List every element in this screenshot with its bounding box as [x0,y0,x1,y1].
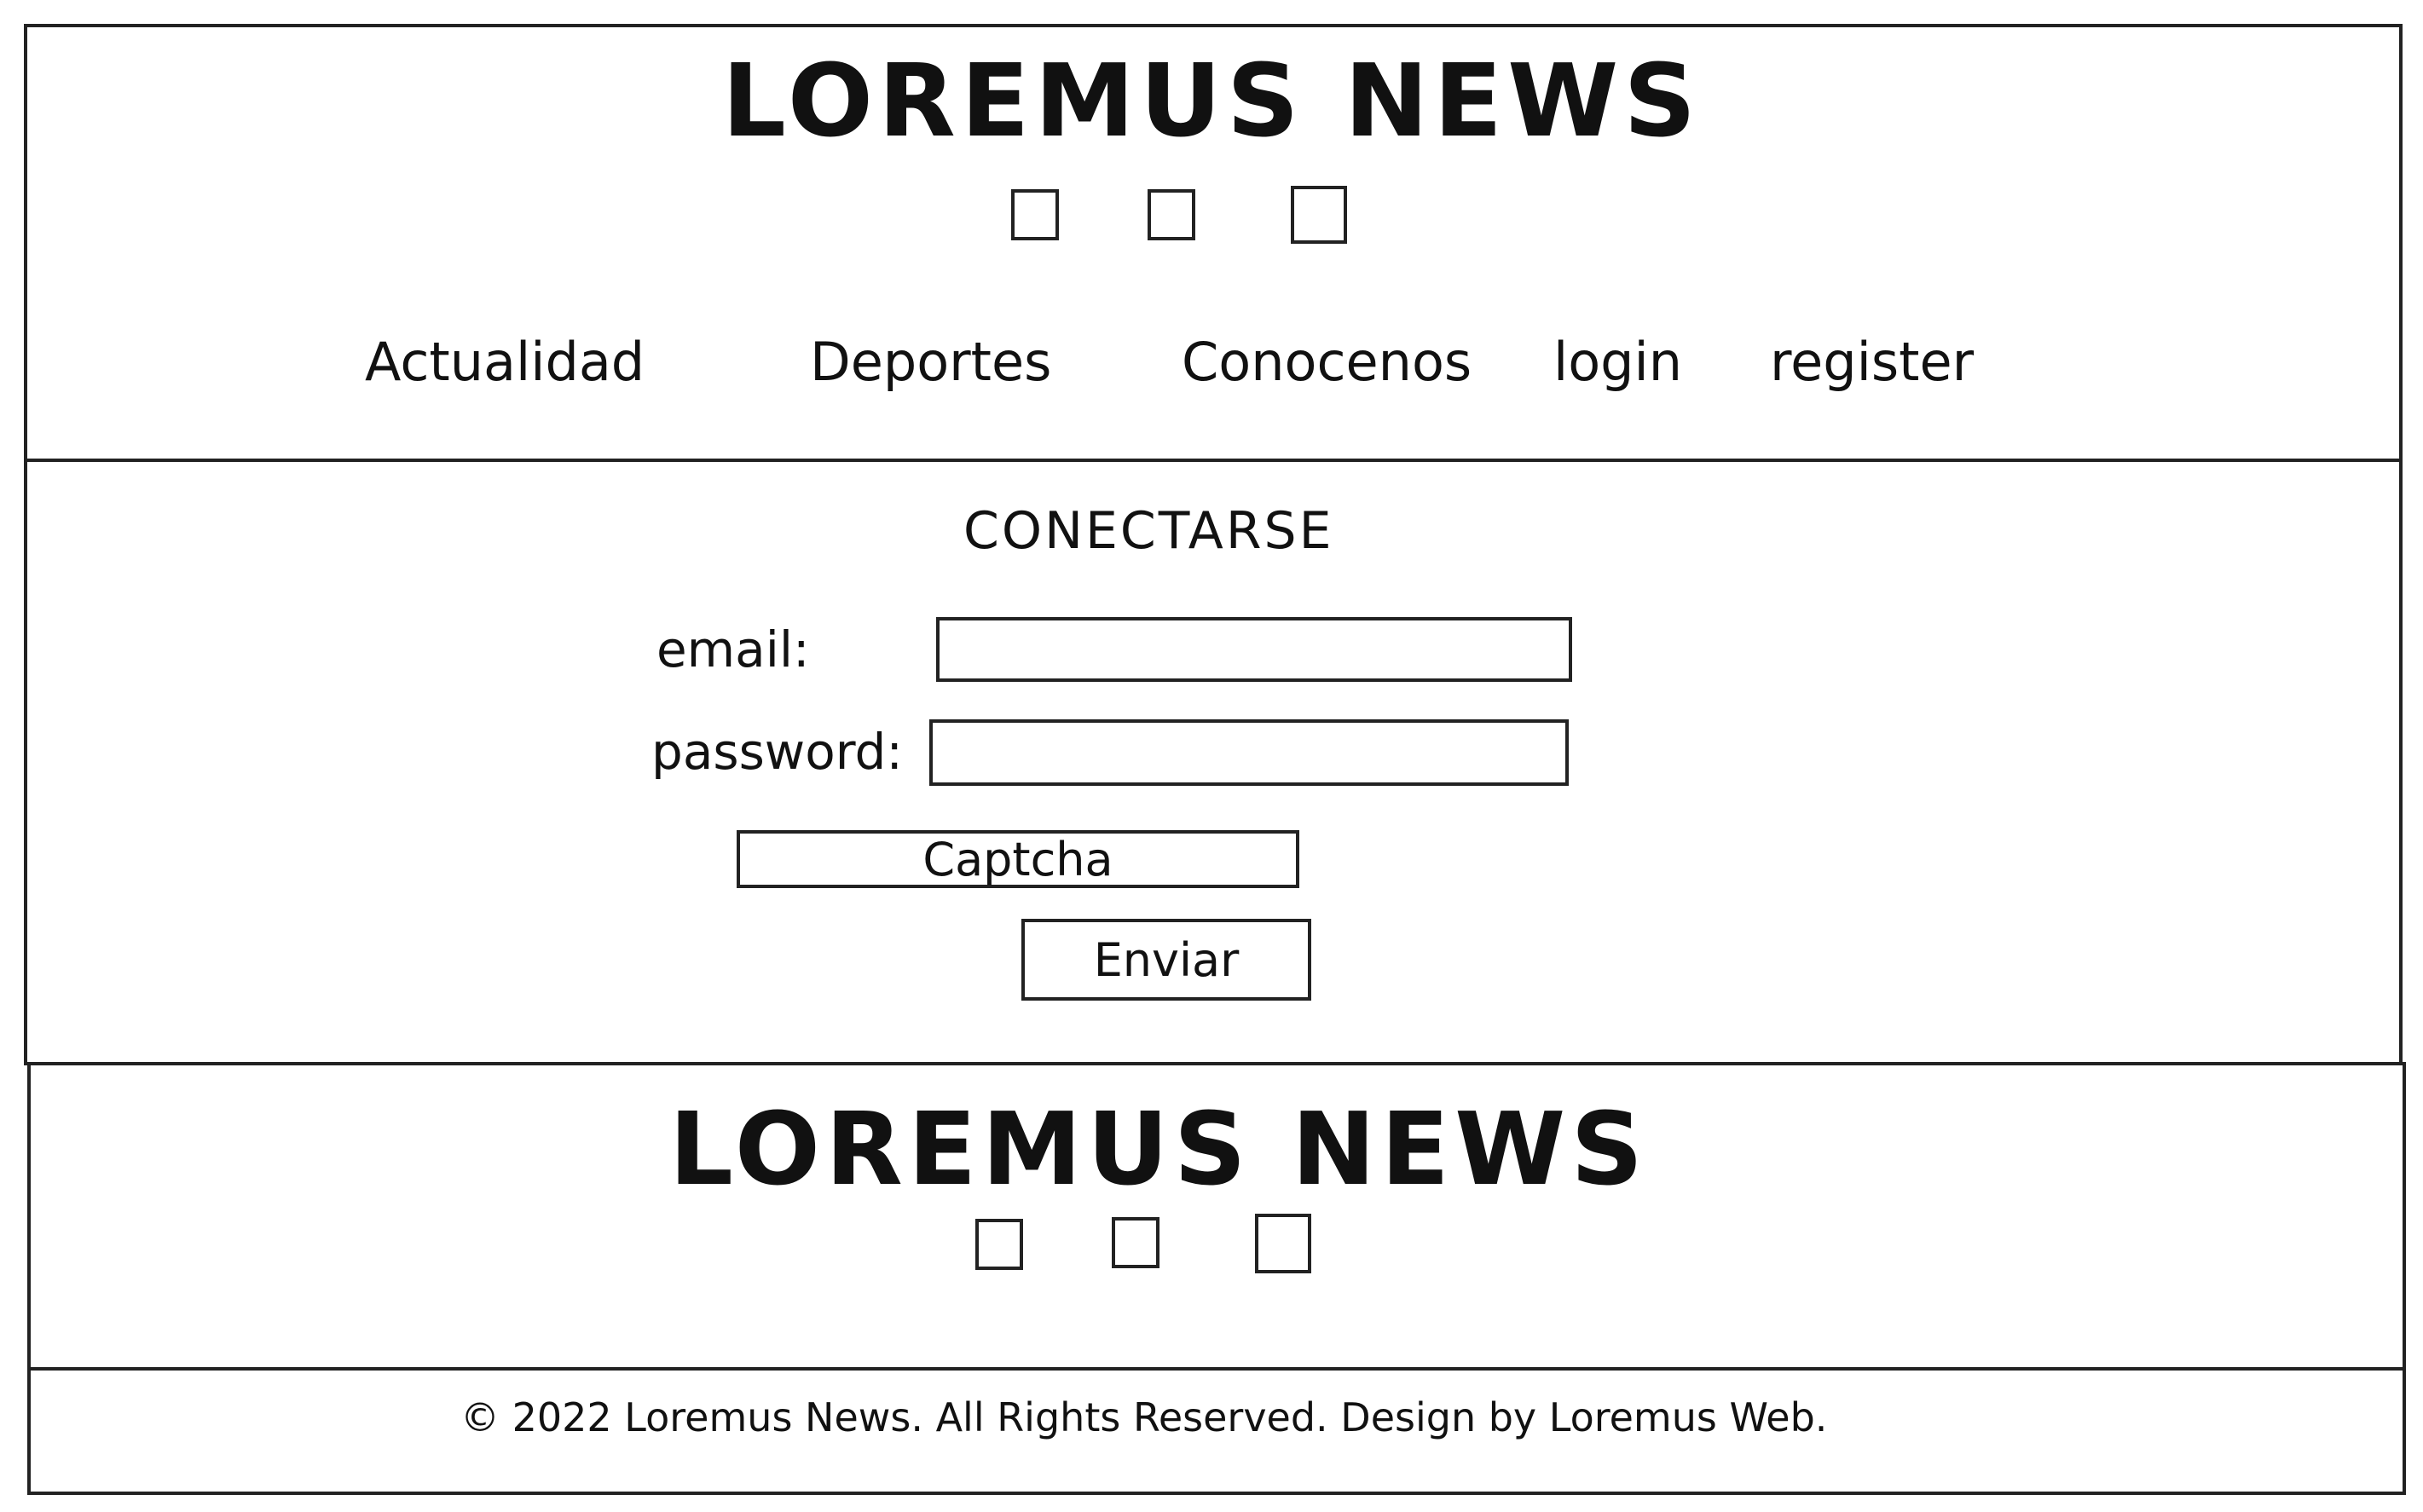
header-social-icon-2[interactable] [1148,189,1195,240]
header-social-icon-3[interactable] [1291,186,1347,244]
footer-logo[interactable]: LOREMUS NEWS [0,1089,2317,1209]
nav-item-conocenos[interactable]: Conocenos [1182,331,1472,393]
header-logo[interactable]: LOREMUS NEWS [0,41,2423,160]
footer-social-icon-2[interactable] [1112,1217,1159,1268]
login-heading: CONECTARSE [963,501,1334,561]
email-label: email: [656,620,810,678]
header-social-icon-1[interactable] [1011,189,1059,240]
nav-item-register[interactable]: register [1770,331,1974,393]
copyright-text: © 2022 Loremus News. All Rights Reserved… [460,1394,1828,1440]
password-label: password: [651,723,903,781]
email-input[interactable] [936,617,1572,682]
footer-social-icon-1[interactable] [975,1219,1023,1270]
nav-item-login[interactable]: login [1553,331,1682,393]
submit-button[interactable]: Enviar [1021,919,1311,1001]
nav-item-deportes[interactable]: Deportes [810,331,1051,393]
password-input[interactable] [929,719,1569,786]
nav-item-actualidad[interactable]: Actualidad [365,331,645,393]
footer-social-icon-3[interactable] [1255,1214,1311,1273]
captcha-box[interactable]: Captcha [737,830,1299,888]
